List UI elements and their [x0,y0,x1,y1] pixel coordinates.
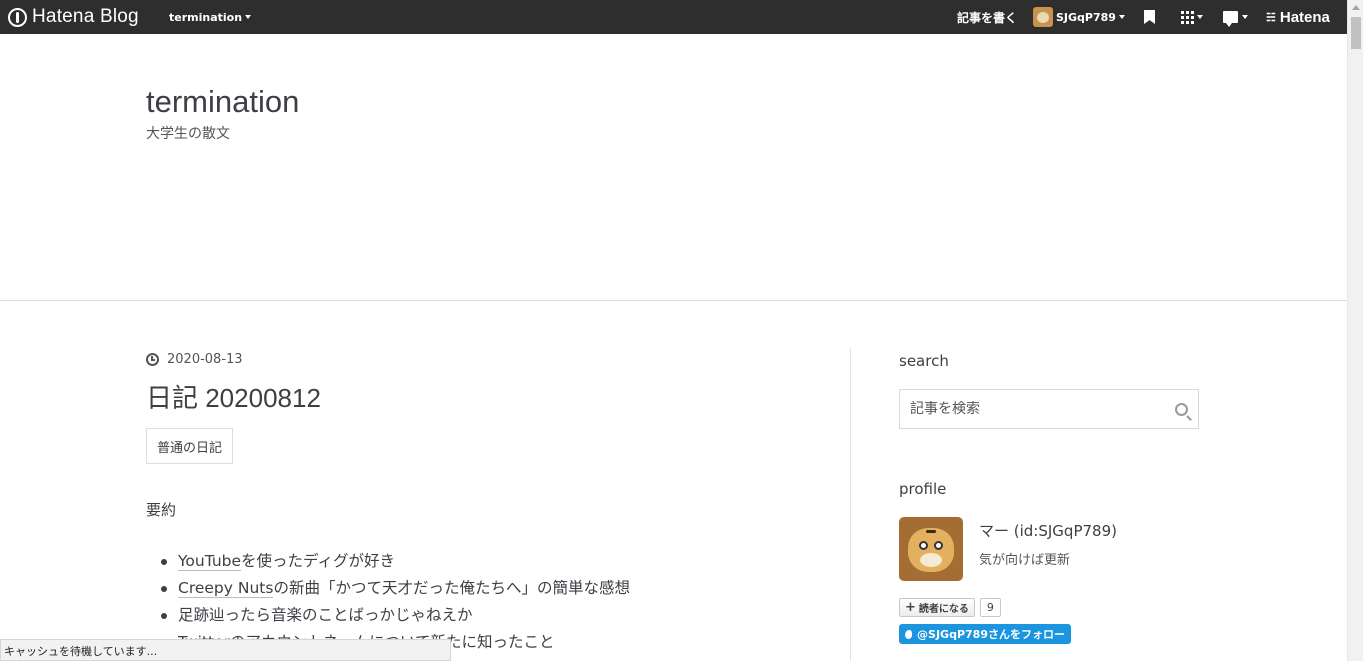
list-item: Creepy Nutsの新曲「かつて天才だった俺たちへ」の簡単な感想 [160,575,630,602]
global-header: Hatena Blog termination 記事を書く SJGqP789 ☵… [0,0,1347,34]
subscribe-widget: + 読者になる 9 [899,598,1001,617]
blog-description: 大学生の散文 [146,126,230,142]
hatena-blog-logo-icon [8,7,27,27]
browser-status-bar: キャッシュを待機しています... [0,639,451,661]
clock-icon [146,353,159,366]
bookmark-icon [1144,10,1155,24]
header-divider [0,300,1347,301]
hatena-logo-icon: ☵ [1266,11,1276,24]
column-divider [850,348,851,661]
entry-date-text: 2020-08-13 [167,352,243,367]
search-input[interactable] [910,401,1175,417]
list-item-text: を使ったディグが好き [241,552,395,570]
caret-down-icon [1242,15,1248,19]
blog-title[interactable]: termination [146,84,299,120]
hatena-home-link[interactable]: ☵ Hatena [1266,0,1330,34]
entry-date[interactable]: 2020-08-13 [146,352,243,367]
caret-down-icon [1197,15,1203,19]
apps-menu-button[interactable] [1181,0,1203,34]
notification-icon [1223,11,1238,27]
apps-grid-icon [1181,10,1194,24]
subscribe-button[interactable]: + 読者になる [899,598,975,617]
list-item-text: 足跡辿ったら音楽のことばっかじゃねえか [178,606,473,624]
entry-title[interactable]: 日記 20200812 [146,378,321,415]
keyword-link[interactable]: Creepy Nuts [178,579,274,598]
hatena-label: Hatena [1279,8,1330,26]
caret-down-icon [1118,15,1125,19]
scrollbar-thumb[interactable] [1351,17,1361,49]
blog-switcher-label: termination [169,10,243,24]
tiger-stripe [926,530,936,533]
write-article-link[interactable]: 記事を書く [957,0,1017,34]
tiger-eye-left [919,541,928,550]
avatar [1033,7,1053,27]
user-name: SJGqP789 [1056,10,1116,24]
list-item: 足跡辿ったら音楽のことばっかじゃねえか [160,602,630,629]
bookmark-button[interactable] [1144,0,1155,34]
search-module-title: search [899,352,949,370]
search-box[interactable] [899,389,1199,429]
notifications-button[interactable] [1223,0,1248,34]
plus-icon: + [905,600,916,615]
profile-description: 気が向けば更新 [979,553,1071,568]
search-icon[interactable] [1175,402,1188,416]
profile-name[interactable]: マー (id:SJGqP789) [979,520,1117,541]
list-item: YouTubeを使ったディグが好き [160,548,630,575]
twitter-follow-button[interactable]: @SJGqP789さんをフォロー [899,624,1071,644]
scroll-up-arrow-icon[interactable] [1352,5,1360,10]
category-tag[interactable]: 普通の日記 [146,428,234,464]
profile-module-title: profile [899,480,947,498]
tiger-eye-right [934,541,943,550]
list-item-text: の新曲「かつて天才だった俺たちへ」の簡単な感想 [273,579,630,597]
twitter-follow-label: @SJGqP789さんをフォロー [917,628,1065,641]
keyword-link[interactable]: YouTube [178,552,242,571]
user-menu[interactable]: SJGqP789 [1033,0,1125,34]
tiger-mouth [920,553,942,567]
profile-avatar[interactable] [899,517,963,581]
hatena-blog-logo[interactable]: Hatena Blog [8,0,139,34]
vertical-scrollbar[interactable] [1347,0,1363,661]
logo-text: Hatena Blog [32,6,139,27]
subscriber-count[interactable]: 9 [979,598,1001,617]
caret-down-icon [245,15,252,19]
blog-switcher[interactable]: termination [169,0,252,34]
section-heading: 要約 [146,501,177,519]
subscribe-label: 読者になる [918,604,969,615]
twitter-bird-icon [905,629,913,639]
